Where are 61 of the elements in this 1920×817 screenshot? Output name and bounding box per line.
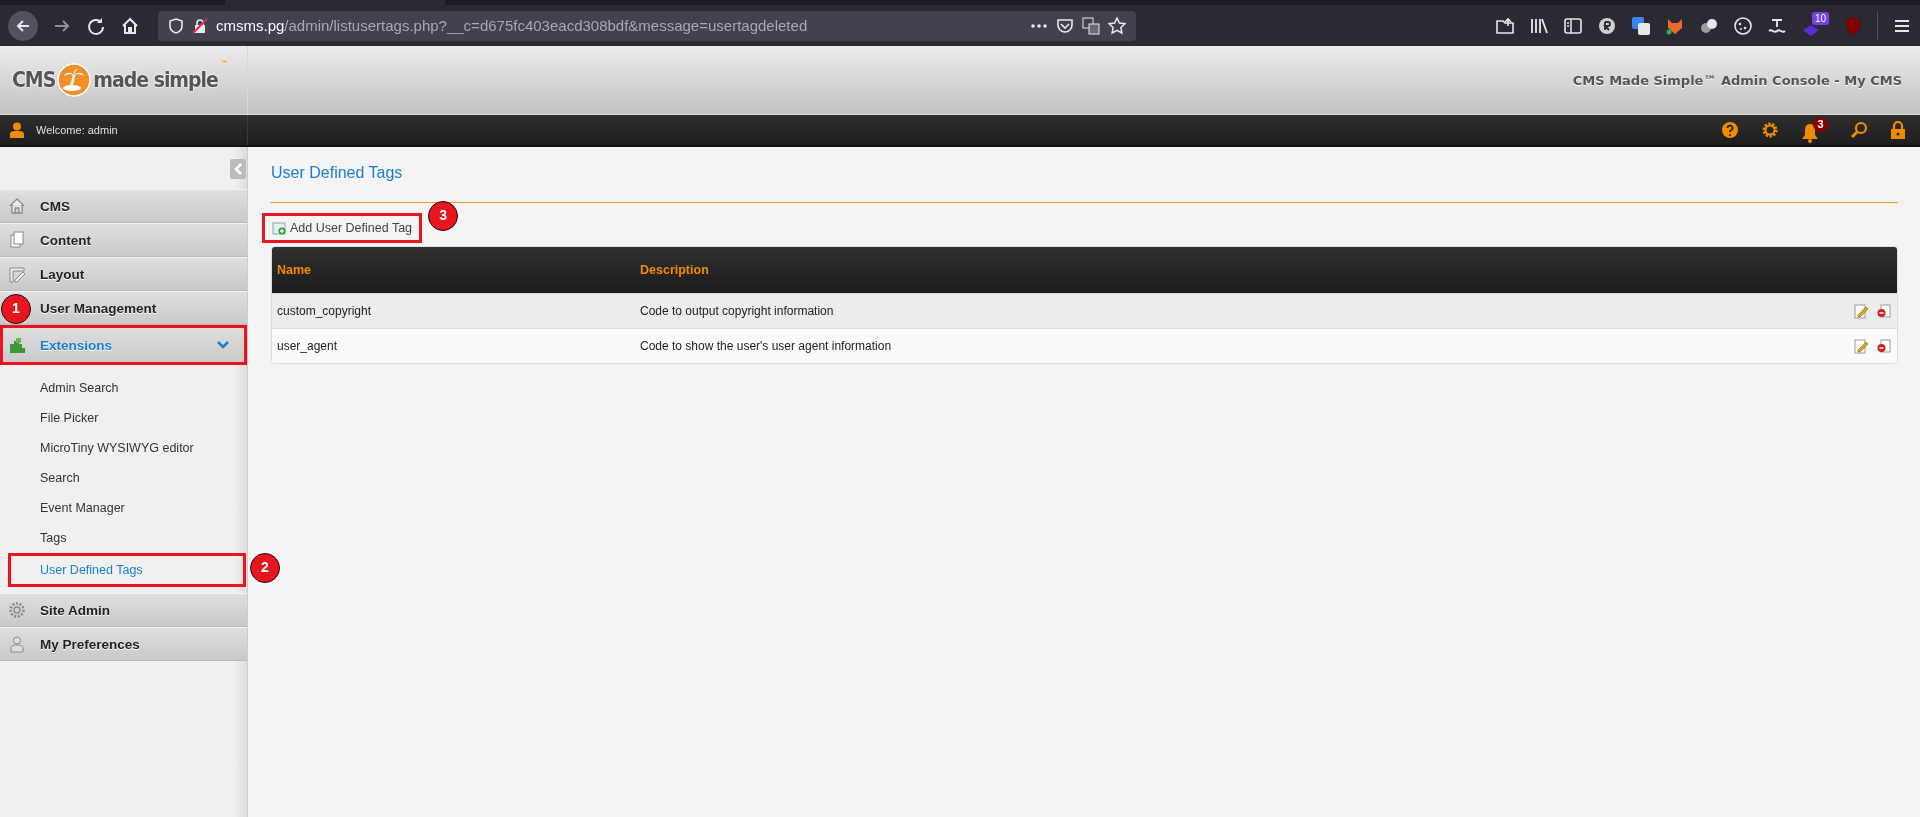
step-marker: 3 [428,201,459,231]
notification-count: 3 [1813,117,1828,132]
nav-item[interactable]: Search [0,463,247,493]
pages-icon [8,231,26,249]
column-header: Description [635,247,1837,293]
user-icon [10,122,24,138]
add-file-icon [272,221,286,235]
insecure-lock-icon [192,17,208,34]
chevron-down-icon [217,341,229,349]
nav-section[interactable]: CMS [0,189,247,223]
help-icon[interactable] [1721,121,1739,139]
table-cell: Code to output copyright information [635,293,1837,328]
folder-upload-icon[interactable] [1495,15,1515,36]
nav-section[interactable]: Content [0,223,247,257]
console-title: CMS Made Simple™ Admin Console - My CMS [1572,72,1902,88]
column-header: Name [272,247,635,293]
back-arrow-icon [15,17,31,34]
nav-item[interactable]: MicroTiny WYSIWYG editor [0,433,247,463]
extension-button[interactable]: 10 [1801,12,1829,39]
puzzle-icon [8,336,26,354]
home-icon[interactable] [120,15,140,36]
extension-badge: 10 [1811,12,1829,25]
translate-icon[interactable] [1082,16,1100,35]
search-icon[interactable] [1850,121,1868,139]
gear-icon [8,601,26,619]
table-cell: Code to show the user's user agent information [635,328,1837,363]
sidebar-icon[interactable] [1563,15,1583,36]
lock-icon[interactable] [1890,121,1906,139]
ruler-pencil-icon [8,265,26,283]
translate-extension-icon[interactable] [1631,15,1651,36]
nav-section[interactable]: My Preferences [0,627,247,661]
palm-island-icon [57,63,92,97]
shield-icon [168,17,184,34]
nav-section[interactable]: Layout [0,257,247,291]
delete-icon[interactable] [1876,338,1892,354]
edit-icon[interactable] [1852,338,1869,354]
url-text: cmsms.pg/admin/listusertags.php?__c=d675fc403eacd308bdf&message=usertagdeleted [216,17,808,34]
step-marker: 2 [250,553,280,583]
address-bar[interactable]: cmsms.pg/admin/listusertags.php?__c=d675fc403eacd308bdf&message=usertagdeleted [158,10,1136,41]
nav-item[interactable]: Event Manager [0,493,247,523]
welcome-text: Welcome: admin [36,124,118,136]
nav-item[interactable]: Admin Search [0,373,247,403]
page-title: User Defined Tags [270,163,404,182]
bell-icon [1801,123,1819,143]
notifications-button[interactable]: 3 [1801,117,1828,143]
cookie-icon[interactable] [1733,15,1753,36]
circle-r-icon[interactable] [1597,15,1617,36]
settings-icon[interactable] [1761,121,1779,139]
delete-icon[interactable] [1876,303,1892,319]
nav-item[interactable]: Tags [0,523,247,553]
table-cell: user_agent [272,328,635,363]
back-button[interactable] [8,10,38,41]
pocket-icon[interactable] [1056,16,1074,35]
star-icon[interactable] [1108,16,1126,35]
nav-section[interactable]: Site Admin [0,593,247,627]
person-icon [8,635,26,653]
table-cell: custom_copyright [272,293,635,328]
nav-item[interactable]: File Picker [0,403,247,433]
house-icon [8,197,26,215]
chevron-left-icon [234,163,242,175]
edit-icon[interactable] [1852,303,1869,319]
